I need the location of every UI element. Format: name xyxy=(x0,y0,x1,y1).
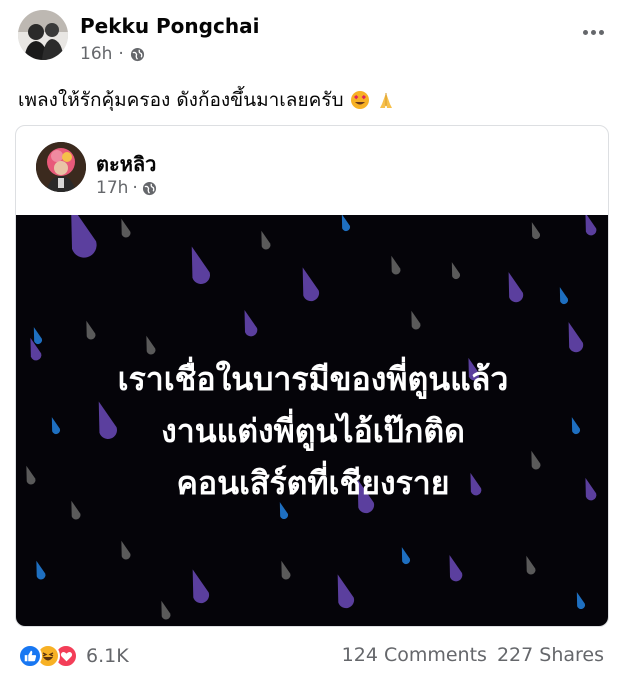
raindrop xyxy=(585,215,597,236)
post-text-content: เพลงให้รักคุ้มครอง ดังก้องขึ้นมาเลยครับ xyxy=(18,89,344,111)
image-text-line-2: งานแต่งพี่ตูนไอ้เป๊กติด xyxy=(161,412,465,450)
raindrop xyxy=(121,218,131,238)
globe-icon xyxy=(130,47,145,62)
post-meta: 16h · xyxy=(80,44,145,64)
raindrop xyxy=(192,569,210,604)
post-time[interactable]: 16h xyxy=(80,44,112,64)
shared-author-name[interactable]: ตะหลิว xyxy=(96,148,156,180)
raindrop xyxy=(121,540,131,560)
shared-post-meta: 17h · xyxy=(96,178,157,198)
reactions-summary[interactable]: 6.1K xyxy=(18,642,129,670)
raindrop xyxy=(411,310,421,330)
post-footer: 6.1K 124 Comments 227 Shares xyxy=(18,640,608,674)
raindrop xyxy=(341,215,351,232)
shared-post-time[interactable]: 17h xyxy=(96,178,128,198)
raindrop xyxy=(568,322,584,353)
raindrop xyxy=(302,267,320,302)
raindrop xyxy=(531,222,541,240)
post-text: เพลงให้รักคุ้มครอง ดังก้องขึ้นมาเลยครับ xyxy=(18,85,396,115)
raindrop xyxy=(401,547,411,565)
raindrop xyxy=(559,287,569,305)
raindrop xyxy=(244,310,258,337)
image-text-line-3: คอนเสิร์ตที่เชียงราย xyxy=(176,464,450,502)
more-options-button[interactable] xyxy=(578,22,608,42)
comments-count[interactable]: 124 Comments xyxy=(342,644,487,666)
folded-hands-emoji xyxy=(376,90,396,110)
shared-author-avatar[interactable] xyxy=(36,142,86,192)
separator-dot: · xyxy=(132,178,138,198)
heart-eyes-emoji xyxy=(350,90,370,110)
author-name[interactable]: Pekku Pongchai xyxy=(80,14,259,38)
raindrop xyxy=(86,320,96,340)
author-avatar[interactable] xyxy=(18,10,68,60)
raindrop xyxy=(526,555,536,575)
raindrop xyxy=(281,560,291,580)
post-header: Pekku Pongchai 16h · xyxy=(18,10,608,70)
raindrop xyxy=(261,230,271,250)
separator-dot: · xyxy=(118,44,124,64)
raindrop xyxy=(391,255,401,275)
like-icon xyxy=(18,644,42,668)
raindrop xyxy=(337,574,355,609)
raindrop xyxy=(449,555,463,582)
raindrop xyxy=(191,246,210,284)
shared-post-card[interactable]: ตะหลิว 17h · เราเชื่อในบารมีของพี่ตูนแล้… xyxy=(15,125,609,627)
post-stats: 124 Comments 227 Shares xyxy=(342,644,604,666)
reaction-count[interactable]: 6.1K xyxy=(86,645,129,667)
shared-post-image[interactable]: เราเชื่อในบารมีของพี่ตูนแล้ว งานแต่งพี่ต… xyxy=(16,215,608,626)
image-text: เราเชื่อในบารมีของพี่ตูนแล้ว งานแต่งพี่ต… xyxy=(16,353,608,509)
raindrop xyxy=(71,215,97,258)
raindrop xyxy=(508,272,524,303)
raindrop xyxy=(161,600,171,620)
raindrop xyxy=(451,262,461,280)
globe-icon xyxy=(142,181,157,196)
image-text-line-1: เราเชื่อในบารมีของพี่ตูนแล้ว xyxy=(117,360,509,398)
raindrop xyxy=(576,592,586,610)
raindrop xyxy=(36,560,46,580)
shares-count[interactable]: 227 Shares xyxy=(497,644,604,666)
